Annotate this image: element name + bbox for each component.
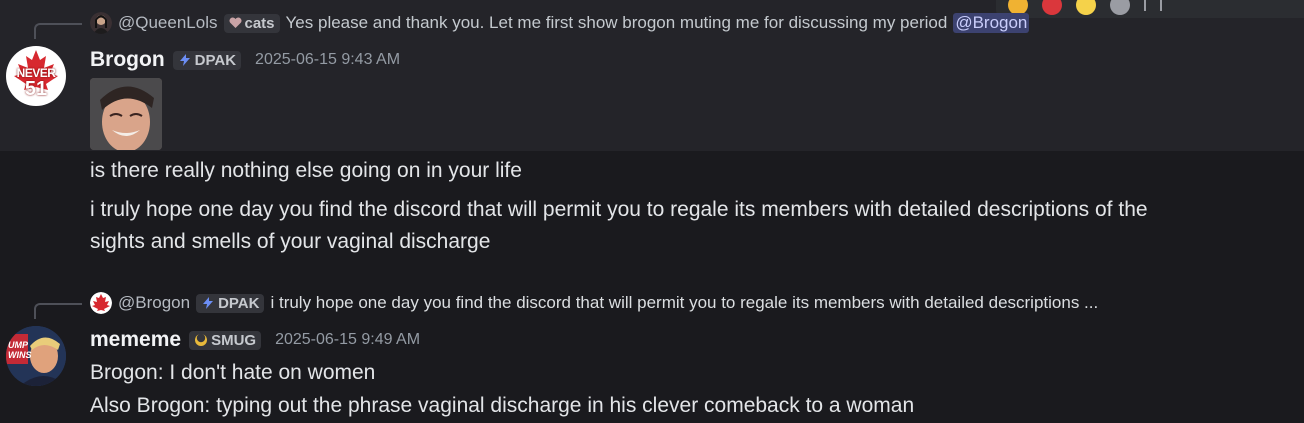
- lightning-icon: [179, 54, 190, 66]
- message-line: Brogon: I don't hate on women: [90, 361, 376, 384]
- timestamp[interactable]: 2025-06-15 9:49 AM: [275, 331, 420, 349]
- face-photo: [90, 78, 162, 150]
- mememe-avatar[interactable]: UMP WINS: [6, 326, 66, 386]
- reply-preview[interactable]: @Brogon DPAK i truly hope one day you fi…: [90, 292, 1098, 314]
- reply-username[interactable]: @Brogon: [118, 293, 190, 313]
- more-icon[interactable]: [1144, 0, 1146, 11]
- moon-icon: [195, 333, 208, 346]
- author-name[interactable]: Brogon: [90, 48, 165, 72]
- reply-preview[interactable]: @QueenLols cats Yes please and thank you…: [90, 12, 1030, 34]
- tag-label: DPAK: [194, 51, 237, 69]
- avatar-text: UMP WINS: [8, 340, 32, 360]
- heart-icon: [228, 17, 242, 28]
- message-header: mememe SMUG 2025-06-15 9:49 AM: [90, 328, 420, 352]
- message-line: is there really nothing else going on in…: [90, 159, 522, 182]
- add-reaction-icon[interactable]: [1110, 0, 1130, 15]
- queenlols-avatar[interactable]: [90, 12, 112, 34]
- dpak-tag[interactable]: DPAK: [172, 50, 242, 70]
- message-line: Also Brogon: typing out the phrase vagin…: [90, 394, 915, 417]
- message-header: Brogon DPAK 2025-06-15 9:43 AM: [90, 48, 400, 72]
- reply-text[interactable]: Yes please and thank you. Let me first s…: [286, 13, 948, 33]
- reply-username[interactable]: @QueenLols: [118, 13, 218, 33]
- message-line: i truly hope one day you find the discor…: [90, 198, 1148, 221]
- message-line: sights and smells of your vaginal discha…: [90, 230, 491, 253]
- author-name[interactable]: mememe: [90, 328, 181, 352]
- avatar-text-bottom: 51: [24, 78, 48, 100]
- heart-reaction-icon[interactable]: [1042, 0, 1062, 15]
- smug-tag[interactable]: SMUG: [189, 330, 262, 350]
- brogon-avatar[interactable]: NEVER 51: [6, 46, 66, 106]
- reply-spine: [34, 23, 82, 39]
- reply-text[interactable]: i truly hope one day you find the discor…: [270, 293, 1098, 313]
- dpak-tag[interactable]: DPAK: [196, 293, 265, 313]
- message-action-bar[interactable]: [996, 0, 1304, 18]
- tag-label: DPAK: [218, 294, 260, 312]
- brogon-small-avatar[interactable]: [90, 292, 112, 314]
- thumbs-reaction-icon[interactable]: [1076, 0, 1096, 15]
- lightning-icon: [203, 297, 214, 309]
- cats-tag[interactable]: cats: [223, 13, 280, 33]
- mention[interactable]: @Brogon: [953, 13, 1030, 33]
- reply-spine: [34, 303, 82, 319]
- timestamp[interactable]: 2025-06-15 9:43 AM: [255, 51, 400, 69]
- tag-label: cats: [244, 14, 275, 32]
- attachment-image[interactable]: [90, 78, 162, 150]
- tag-label: SMUG: [211, 331, 257, 349]
- more-icon-2[interactable]: [1160, 0, 1162, 11]
